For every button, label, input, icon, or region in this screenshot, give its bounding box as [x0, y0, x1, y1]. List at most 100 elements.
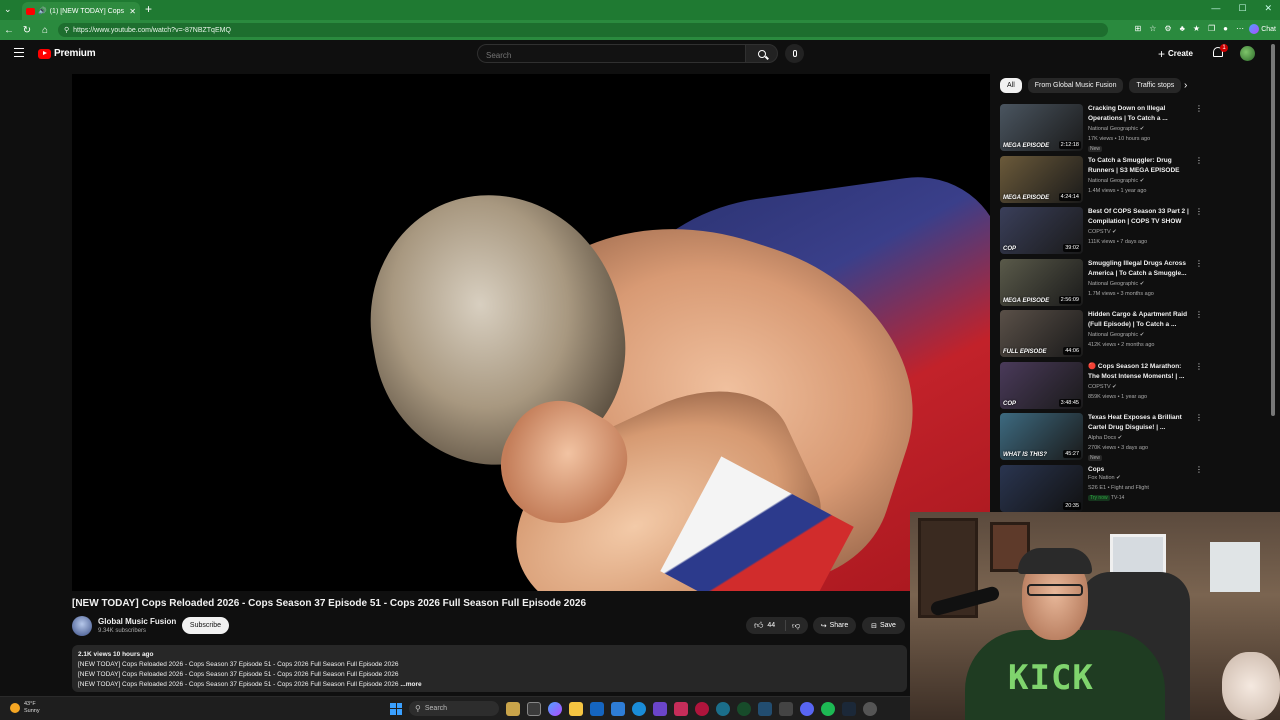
url-field[interactable]: ⚲ https://www.youtube.com/watch?v=-87NBZ…	[58, 23, 1108, 37]
profile-icon[interactable]: ●	[1223, 24, 1228, 33]
recommendation-title[interactable]: Smuggling Illegal Drugs Across America |…	[1088, 259, 1193, 279]
app-icon[interactable]	[716, 701, 730, 716]
chip-traffic-stops[interactable]: Traffic stops	[1129, 78, 1182, 93]
video-thumbnail[interactable]: WHAT IS THIS? 45:27	[1000, 413, 1083, 460]
install-app-icon[interactable]: ⊞	[1135, 24, 1142, 33]
recommendation-title[interactable]: Cracking Down on Illegal Operations | To…	[1088, 104, 1193, 124]
back-icon[interactable]: ←	[0, 25, 18, 36]
recommendation-channel[interactable]: National Geographic ✔	[1088, 281, 1144, 287]
edge-icon[interactable]	[611, 701, 625, 716]
share-button[interactable]: ↪ Share	[813, 617, 856, 634]
recommendation-channel[interactable]: COPSTV ✔	[1088, 384, 1117, 390]
widgets-icon[interactable]	[527, 701, 541, 716]
recommendation-item[interactable]: 20:35 Cops Fox Nation ✔ S26 E1 • Fight and …	[1000, 463, 1205, 515]
more-actions-icon[interactable]: ⋮	[1195, 413, 1203, 422]
more-actions-icon[interactable]: ⋮	[1195, 465, 1203, 474]
like-button[interactable]: 👍︎ 44	[746, 620, 786, 631]
collections-icon[interactable]: ❐	[1208, 24, 1215, 33]
more-actions-icon[interactable]: ⋮	[1195, 310, 1203, 319]
task-view-icon[interactable]	[506, 701, 520, 716]
store-icon[interactable]	[590, 701, 604, 716]
recommendation-item[interactable]: MEGA EPISODE 2:56:09 Smuggling Illegal Dru…	[1000, 257, 1205, 309]
video-thumbnail[interactable]: 20:35	[1000, 464, 1083, 512]
extension-icon[interactable]: ♣	[1180, 24, 1185, 33]
voice-search-button[interactable]	[785, 44, 804, 63]
video-player[interactable]	[72, 74, 990, 591]
taskbar-search[interactable]: ⚲ Search	[409, 701, 499, 716]
edge-browser-icon[interactable]	[632, 701, 646, 716]
recommendation-item[interactable]: COP 3:48:45 🔴 Cops Season 12 Marathon: The…	[1000, 360, 1205, 412]
home-icon[interactable]: ⌂	[36, 25, 54, 36]
dislike-button[interactable]: 👎︎	[786, 621, 800, 631]
maximize-icon[interactable]: ☐	[1238, 3, 1246, 14]
create-button[interactable]: + Create	[1158, 45, 1193, 62]
subscribe-button[interactable]: Subscribe	[182, 617, 229, 634]
copilot-chat-button[interactable]: Chat	[1249, 24, 1276, 34]
description-box[interactable]: 2.1K views 10 hours ago [NEW TODAY] Cops…	[72, 645, 907, 692]
recommendation-channel[interactable]: Fox Nation ✔	[1088, 475, 1121, 481]
app-icon[interactable]	[695, 701, 709, 716]
account-avatar[interactable]	[1240, 46, 1255, 61]
more-actions-icon[interactable]: ⋮	[1195, 104, 1203, 113]
extension-icon[interactable]: ⚙	[1164, 24, 1171, 33]
video-thumbnail[interactable]: COP 39:02	[1000, 207, 1083, 254]
more-actions-icon[interactable]: ⋮	[1195, 207, 1203, 216]
obs-icon[interactable]	[863, 701, 877, 716]
recommendation-channel[interactable]: Alpha Docs ✔	[1088, 435, 1122, 441]
new-tab-button[interactable]: +	[145, 2, 152, 16]
recommendation-channel[interactable]: COPSTV ✔	[1088, 229, 1117, 235]
search-button[interactable]	[745, 44, 778, 63]
site-info-icon[interactable]: ⚲	[64, 26, 69, 34]
show-more-link[interactable]: ...more	[400, 681, 421, 688]
more-options-icon[interactable]: ⋯	[1236, 24, 1244, 33]
more-actions-icon[interactable]: ⋮	[1195, 259, 1203, 268]
terminal-icon[interactable]	[779, 701, 793, 716]
steam-icon[interactable]	[842, 701, 856, 716]
recommendation-title[interactable]: Hidden Cargo & Apartment Raid (Full Epis…	[1088, 310, 1193, 330]
recommendation-item[interactable]: MEGA EPISODE 2:12:18 Cracking Down on Ille…	[1000, 102, 1205, 154]
browser-tab-youtube[interactable]: 🔊 (1) [NEW TODAY] Cops Reloa ✕	[22, 2, 140, 20]
video-thumbnail[interactable]: COP 3:48:45	[1000, 361, 1083, 409]
recommendation-channel[interactable]: National Geographic ✔	[1088, 178, 1144, 184]
youtube-premium-logo[interactable]: Premium	[38, 48, 96, 59]
tab-list-icon[interactable]: ⌄	[4, 4, 12, 15]
close-tab-icon[interactable]: ✕	[129, 7, 136, 16]
recommendation-item[interactable]: MEGA EPISODE 4:24:14 To Catch a Smuggler: …	[1000, 154, 1205, 206]
chevron-right-icon[interactable]: ›	[1184, 80, 1187, 91]
close-window-icon[interactable]: ✕	[1264, 3, 1272, 14]
app-icon[interactable]	[653, 701, 667, 716]
recommendation-title[interactable]: Best Of COPS Season 33 Part 2 | Compilat…	[1088, 207, 1193, 227]
recommendation-item[interactable]: COP 39:02 Best Of COPS Season 33 Part 2 | …	[1000, 205, 1205, 257]
chip-all[interactable]: All	[1000, 78, 1022, 93]
file-explorer-icon[interactable]	[569, 701, 583, 716]
recommendation-channel[interactable]: National Geographic ✔	[1088, 332, 1144, 338]
more-actions-icon[interactable]: ⋮	[1195, 156, 1203, 165]
speaker-icon[interactable]: 🔊	[38, 7, 47, 15]
recommendation-title[interactable]: Texas Heat Exposes a Brilliant Cartel Dr…	[1088, 413, 1193, 433]
discord-icon[interactable]	[800, 701, 814, 716]
app-icon[interactable]	[758, 701, 772, 716]
menu-icon[interactable]	[14, 48, 24, 57]
copilot-icon[interactable]	[548, 701, 562, 716]
video-thumbnail[interactable]: MEGA EPISODE 2:56:09	[1000, 258, 1083, 306]
windows-start-icon[interactable]	[390, 702, 402, 715]
recommendation-title[interactable]: 🔴 Cops Season 12 Marathon: The Most Inte…	[1088, 362, 1193, 382]
minimize-icon[interactable]: —	[1211, 3, 1220, 14]
video-thumbnail[interactable]: MEGA EPISODE 2:12:18	[1000, 104, 1083, 151]
video-thumbnail[interactable]: MEGA EPISODE 4:24:14	[1000, 155, 1083, 203]
search-input[interactable]	[478, 47, 745, 64]
spotify-icon[interactable]	[821, 701, 835, 716]
chip-from-channel[interactable]: From Global Music Fusion	[1027, 78, 1124, 93]
bookmark-star-icon[interactable]: ☆	[1149, 24, 1156, 33]
channel-name[interactable]: Global Music Fusion	[98, 617, 176, 626]
app-icon[interactable]	[674, 701, 688, 716]
video-thumbnail[interactable]: FULL EPISODE 44:06	[1000, 310, 1083, 357]
channel-avatar[interactable]	[72, 616, 92, 636]
recommendation-title[interactable]: Cops	[1088, 465, 1193, 475]
recommendation-item[interactable]: WHAT IS THIS? 45:27 Texas Heat Exposes a B…	[1000, 411, 1205, 463]
reload-icon[interactable]: ↻	[18, 25, 36, 36]
weather-widget[interactable]: 43°F Sunny	[10, 701, 40, 715]
recommendation-title[interactable]: To Catch a Smuggler: Drug Runners | S3 M…	[1088, 156, 1193, 176]
recommendation-channel[interactable]: National Geographic ✔	[1088, 126, 1144, 132]
more-actions-icon[interactable]: ⋮	[1195, 362, 1203, 371]
